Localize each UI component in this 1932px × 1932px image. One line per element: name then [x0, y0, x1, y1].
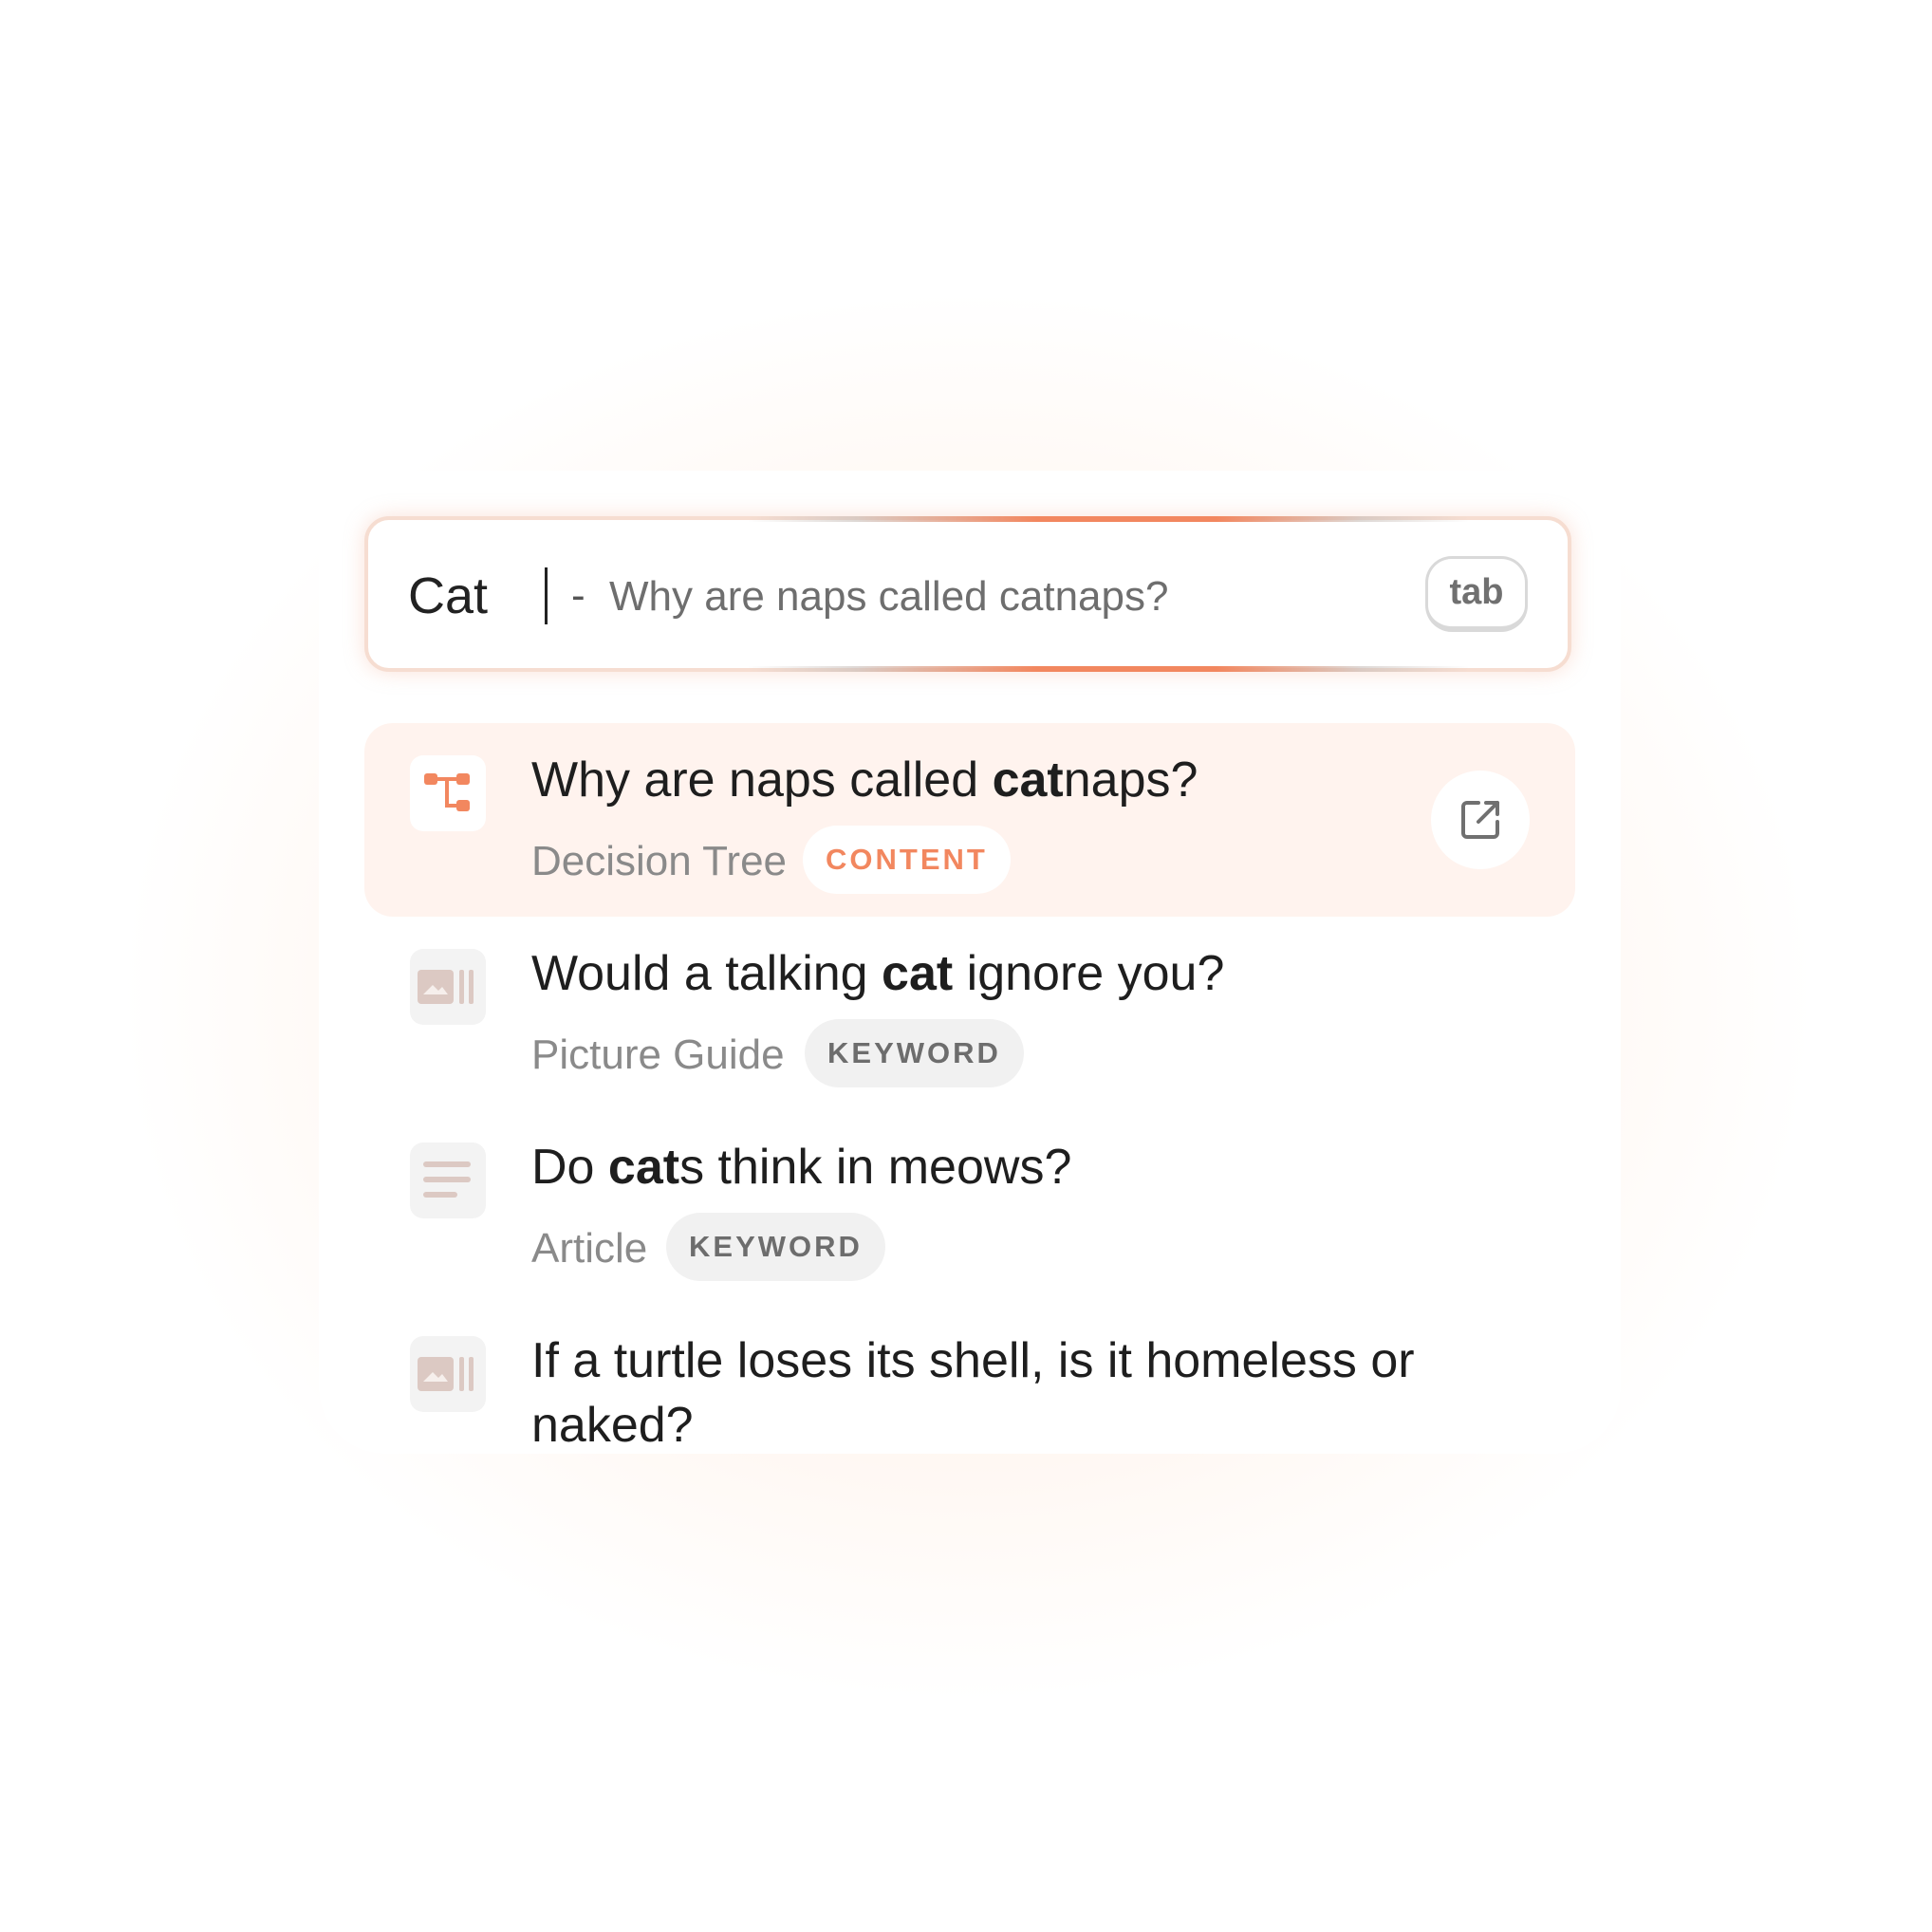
- result-type: Picture Guide: [531, 1031, 785, 1078]
- result-item-decision-tree[interactable]: Why are naps called catnaps? Decision Tr…: [364, 723, 1575, 917]
- match-badge: KEYWORD: [666, 1213, 885, 1281]
- external-link-icon: [1461, 801, 1499, 839]
- result-type: Decision Tree: [531, 838, 788, 884]
- decision-tree-icon: [410, 755, 486, 831]
- search-query-text[interactable]: Cat: [408, 567, 488, 624]
- search-panel: Cat - Why are naps called catnaps? tab W…: [319, 471, 1621, 1454]
- result-title[interactable]: Do cats think in meows?: [531, 1135, 1480, 1199]
- search-input[interactable]: Cat - Why are naps called catnaps? tab: [364, 516, 1571, 672]
- search-focus-highlight-top: [748, 516, 1469, 522]
- result-title[interactable]: If a turtle loses its shell, is it homel…: [531, 1328, 1480, 1454]
- picture-guide-icon: [410, 1336, 486, 1412]
- result-item-article[interactable]: Do cats think in meows? Article KEYWORD: [364, 1110, 1575, 1304]
- picture-guide-icon: [410, 949, 486, 1025]
- match-badge: KEYWORD: [805, 1019, 1024, 1087]
- result-item-picture-guide[interactable]: If a turtle loses its shell, is it homel…: [364, 1304, 1575, 1454]
- result-title[interactable]: Why are naps called catnaps?: [531, 748, 1480, 812]
- open-in-new-button[interactable]: [1431, 771, 1530, 869]
- result-item-picture-guide[interactable]: Would a talking cat ignore you? Picture …: [364, 917, 1575, 1110]
- search-focus-highlight-bottom: [748, 666, 1469, 672]
- autocomplete-suggestion[interactable]: Why are naps called catnaps?: [609, 570, 1168, 623]
- suggestion-separator: -: [571, 572, 585, 619]
- article-icon: [410, 1142, 486, 1218]
- tab-key-hint[interactable]: tab: [1425, 556, 1528, 632]
- match-badge: CONTENT: [803, 826, 1011, 894]
- result-type: Article: [531, 1225, 648, 1272]
- result-title[interactable]: Would a talking cat ignore you?: [531, 941, 1480, 1006]
- text-cursor: [545, 567, 548, 624]
